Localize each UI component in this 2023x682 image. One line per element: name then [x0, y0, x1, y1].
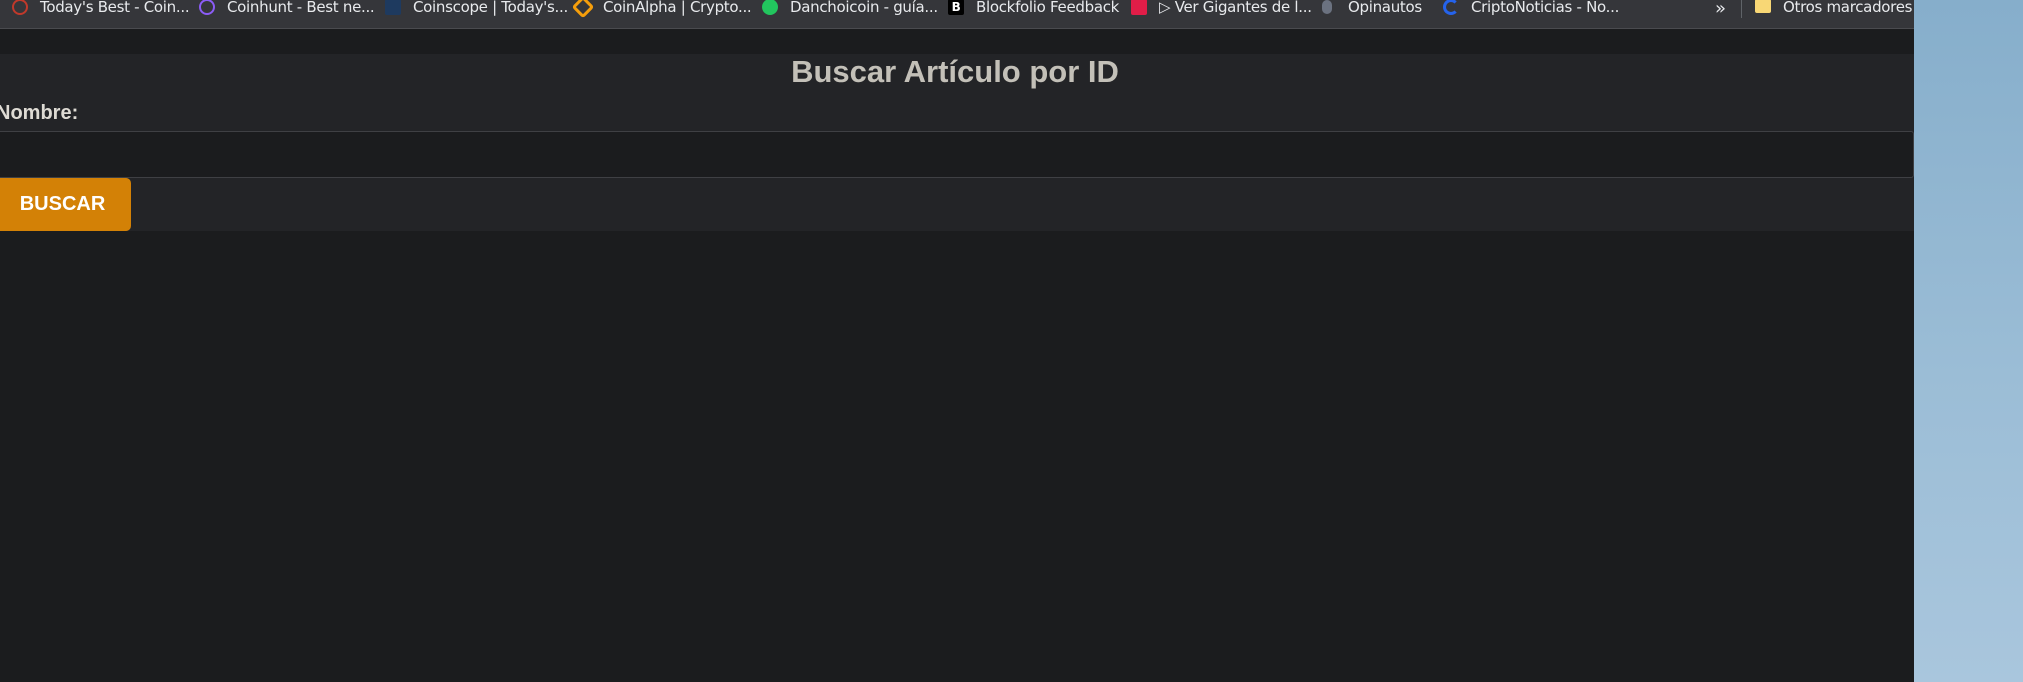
browser-window: Today's Best - Coin... Coinhunt - Best n…	[0, 0, 1914, 682]
orange-arrows-icon	[571, 0, 595, 19]
bookmarks-separator	[1741, 0, 1742, 18]
other-bookmarks-folder[interactable]: Otros marcadores	[1755, 0, 1912, 16]
grey-pin-icon	[1322, 0, 1332, 14]
scope-icon	[385, 0, 401, 15]
name-field-label: Nombre:	[0, 102, 79, 124]
search-button[interactable]: BUSCAR	[0, 178, 131, 231]
b-letter-icon: B	[948, 0, 964, 15]
purple-hexagon-icon	[199, 0, 215, 15]
bookmark-coinhunt[interactable]: Coinhunt - Best ne...	[199, 0, 375, 16]
bookmark-criptonoticias[interactable]: CriptoNoticias - No...	[1443, 0, 1619, 16]
bookmarks-bar: Today's Best - Coin... Coinhunt - Best n…	[0, 0, 1914, 29]
page-top-spacer	[0, 29, 1914, 54]
bookmarks-overflow-button[interactable]: »	[1715, 0, 1726, 19]
bookmark-danchoicoin[interactable]: Danchoicoin - guía...	[762, 0, 938, 16]
bookmark-gigantes[interactable]: ▷ Ver Gigantes de l...	[1131, 0, 1312, 16]
bookmark-coinalpha[interactable]: CoinAlpha | Crypto...	[571, 0, 752, 19]
green-circle-icon	[762, 0, 778, 15]
bookmark-coinscope[interactable]: Coinscope | Today's...	[385, 0, 568, 16]
folder-icon	[1755, 0, 1771, 13]
name-input[interactable]	[0, 131, 1914, 178]
desktop-wallpaper	[1914, 0, 2023, 682]
bookmark-todays-best[interactable]: Today's Best - Coin...	[12, 0, 190, 16]
red-ring-icon	[12, 0, 28, 15]
page-title: Buscar Artículo por ID	[791, 54, 1119, 89]
bookmark-opinautos[interactable]: Opinautos	[1322, 0, 1422, 16]
red-k-icon	[1131, 0, 1147, 15]
blue-c-icon	[1443, 0, 1459, 15]
bookmark-blockfolio[interactable]: B Blockfolio Feedback	[948, 0, 1119, 16]
